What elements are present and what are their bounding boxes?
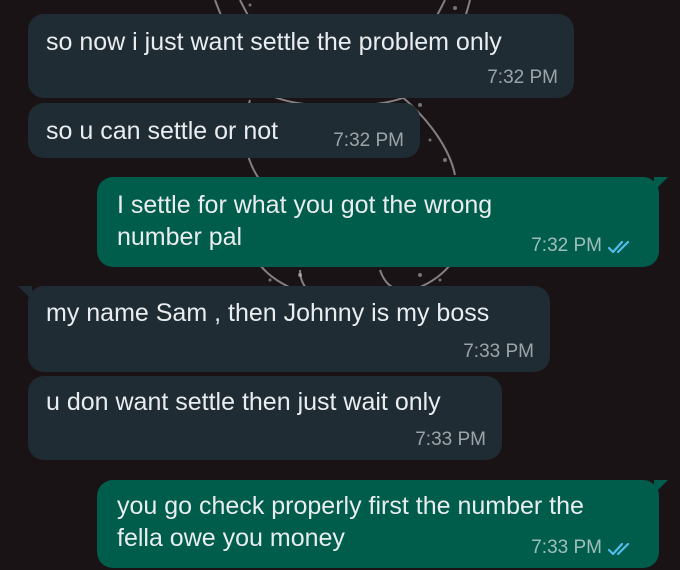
- message-timestamp: 7:32 PM: [333, 130, 404, 151]
- double-check-icon: [607, 240, 630, 254]
- message-timestamp: 7:32 PM: [531, 235, 602, 256]
- message-text-line: fella owe you money: [117, 524, 345, 552]
- message-timestamp: 7:33 PM: [531, 537, 602, 558]
- incoming-message-bubble[interactable]: my name Sam , then Johnny is my boss 7:3…: [28, 286, 550, 372]
- message-text: so u can settle or not: [46, 117, 279, 145]
- message-timestamp: 7:32 PM: [487, 67, 558, 88]
- message-text: u don want settle then just wait only: [46, 388, 441, 416]
- message-text-line: I settle for what you got the wrong: [117, 191, 493, 219]
- incoming-message-bubble[interactable]: u don want settle then just wait only 7:…: [28, 376, 502, 460]
- message-text: so now i just want settle the problem on…: [46, 28, 502, 56]
- outgoing-message-bubble[interactable]: you go check properly first the number t…: [97, 480, 659, 568]
- double-check-icon: [607, 542, 630, 556]
- message-text-line: you go check properly first the number t…: [117, 492, 584, 520]
- message-text-line: number pal: [117, 223, 243, 251]
- incoming-bubble-tail: [18, 286, 32, 300]
- outgoing-bubble-tail: [654, 480, 668, 494]
- message-timestamp: 7:33 PM: [415, 429, 486, 450]
- outgoing-message-bubble[interactable]: I settle for what you got the wrong numb…: [97, 177, 659, 267]
- incoming-message-bubble[interactable]: so now i just want settle the problem on…: [28, 14, 574, 98]
- message-text: my name Sam , then Johnny is my boss: [46, 299, 490, 327]
- message-timestamp: 7:33 PM: [463, 341, 534, 362]
- outgoing-bubble-tail: [654, 177, 668, 191]
- incoming-message-bubble[interactable]: so u can settle or not 7:32 PM: [28, 103, 420, 158]
